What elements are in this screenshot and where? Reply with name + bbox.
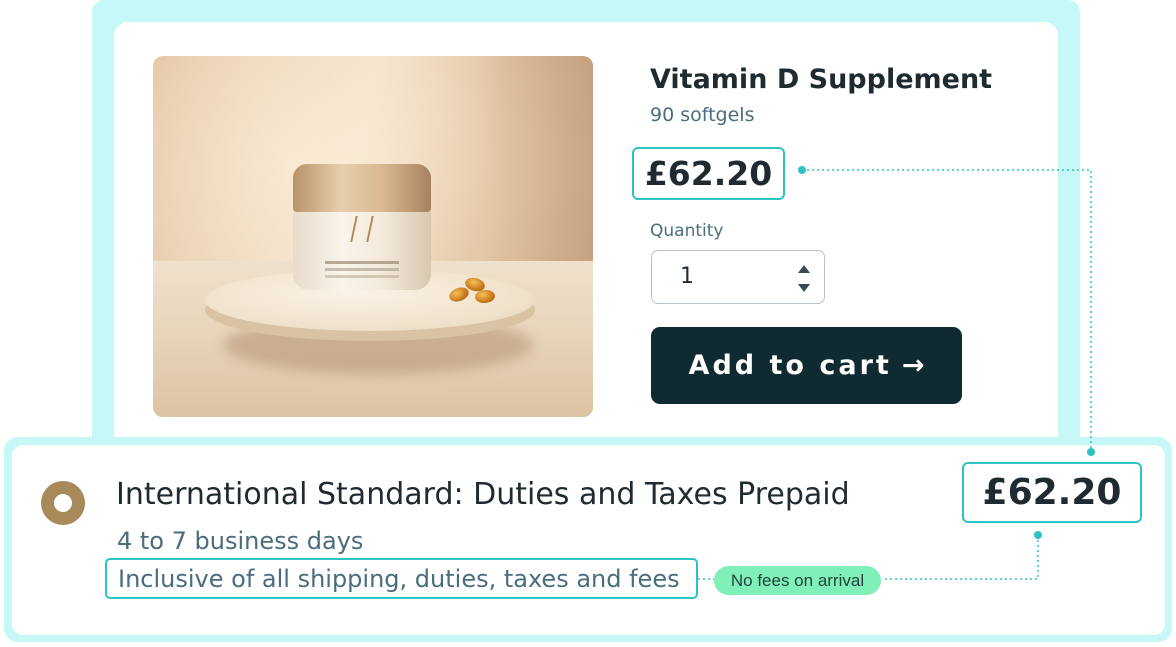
product-subtitle: 90 softgels	[650, 104, 755, 126]
jar-lid	[293, 164, 431, 212]
quantity-stepper[interactable]: 1	[651, 250, 825, 304]
no-fees-badge: No fees on arrival	[714, 566, 881, 595]
increment-arrow-icon[interactable]	[798, 265, 810, 273]
shipping-price: £62.20	[962, 462, 1142, 523]
product-image	[153, 56, 593, 417]
quantity-label: Quantity	[650, 221, 724, 241]
add-to-cart-button[interactable]: Add to cart →	[651, 327, 962, 404]
quantity-value[interactable]: 1	[680, 264, 694, 289]
add-to-cart-label: Add to cart	[688, 350, 892, 381]
radio-selected-dot	[54, 494, 72, 512]
product-price: £62.20	[632, 147, 785, 200]
shipping-radio-button[interactable]	[41, 481, 85, 525]
delivery-time: 4 to 7 business days	[117, 527, 364, 555]
shipping-option-title: International Standard: Duties and Taxes…	[116, 477, 850, 512]
inclusive-note: Inclusive of all shipping, duties, taxes…	[105, 558, 698, 599]
arrow-right-icon: →	[901, 350, 925, 381]
product-title: Vitamin D Supplement	[650, 64, 993, 95]
jar-label-text	[325, 261, 399, 264]
decrement-arrow-icon[interactable]	[798, 284, 810, 292]
page: Vitamin D Supplement 90 softgels £62.20 …	[0, 0, 1176, 647]
